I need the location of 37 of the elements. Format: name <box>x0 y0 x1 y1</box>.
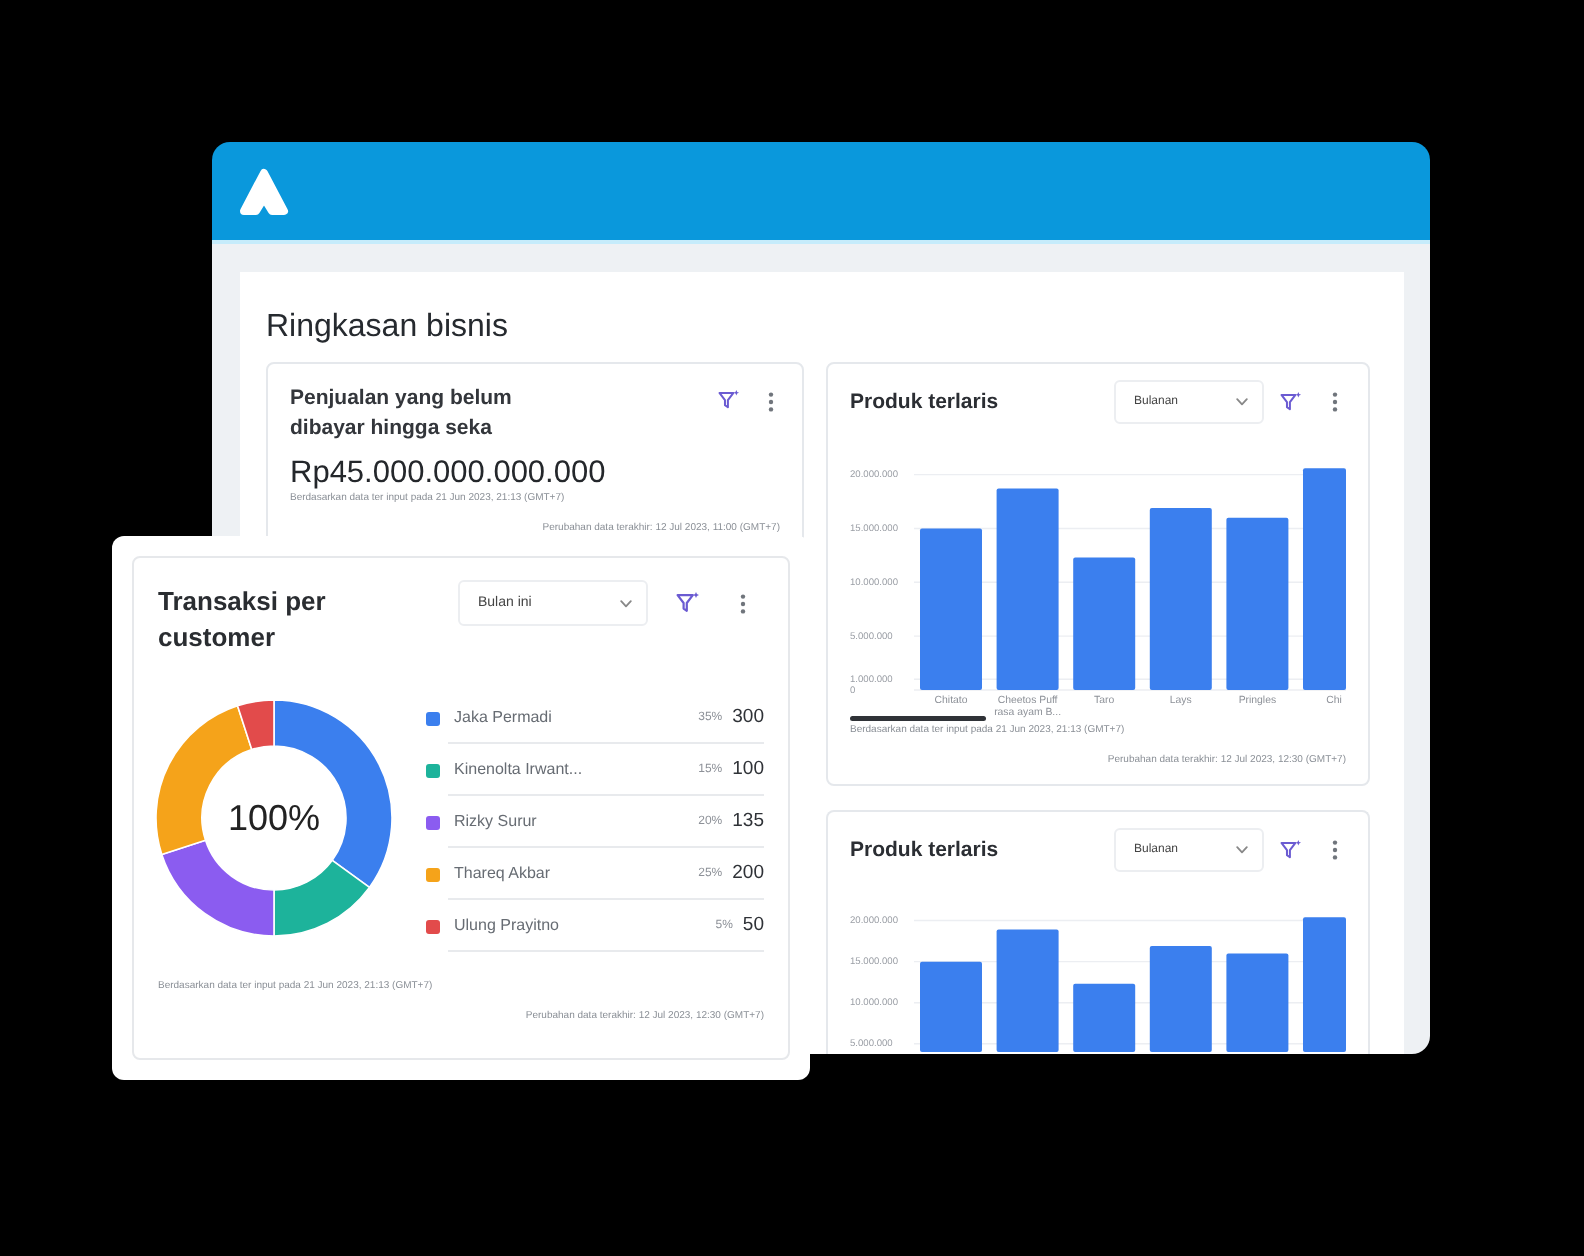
kebab-menu-icon[interactable] <box>768 392 774 412</box>
bar <box>920 961 982 1052</box>
scrollbar[interactable] <box>850 716 986 721</box>
card-title: Penjualan yang belum dibayar hingga seka <box>290 384 514 444</box>
filter-icon[interactable] <box>718 390 740 412</box>
bar <box>1073 557 1136 690</box>
chevron-down-icon <box>620 599 632 607</box>
card-title: Transaksi per customer <box>158 584 328 656</box>
bar <box>996 929 1059 1052</box>
bar <box>1149 946 1212 1052</box>
card-title: Produk terlaris <box>850 390 999 414</box>
filter-icon[interactable] <box>1280 391 1302 413</box>
transaction-count: 50 <box>742 914 764 936</box>
filter-icon[interactable] <box>1280 839 1302 861</box>
transaction-count: 100 <box>732 758 764 780</box>
chevron-down-icon <box>1236 846 1248 854</box>
kebab-menu-icon[interactable] <box>740 593 746 613</box>
customer-name: Jaka Permadi <box>454 708 554 726</box>
amount-value: Rp45.000.000.000.000 <box>290 456 606 492</box>
transaction-count: 135 <box>732 810 764 832</box>
customer-name: Thareq Akbar <box>454 864 553 882</box>
bar <box>1226 953 1289 1052</box>
transaction-count: 200 <box>732 862 764 884</box>
bar <box>1073 983 1136 1052</box>
page-title: Ringkasan bisnis <box>266 310 508 346</box>
chevron-down-icon <box>1236 398 1248 406</box>
filter-icon[interactable] <box>676 591 700 615</box>
app-logo[interactable] <box>236 163 292 219</box>
donut-center-label: 100% <box>227 798 321 838</box>
kebab-menu-icon[interactable] <box>1332 840 1338 860</box>
transaction-count: 300 <box>732 706 764 728</box>
customer-name: Rizky Surur <box>454 812 539 830</box>
kebab-menu-icon[interactable] <box>1332 392 1338 412</box>
bar <box>1303 917 1346 1052</box>
card-title: Produk terlaris <box>850 838 999 862</box>
customer-name: Kinenolta Irwant... <box>454 760 585 778</box>
customer-name: Ulung Prayitno <box>454 916 561 934</box>
